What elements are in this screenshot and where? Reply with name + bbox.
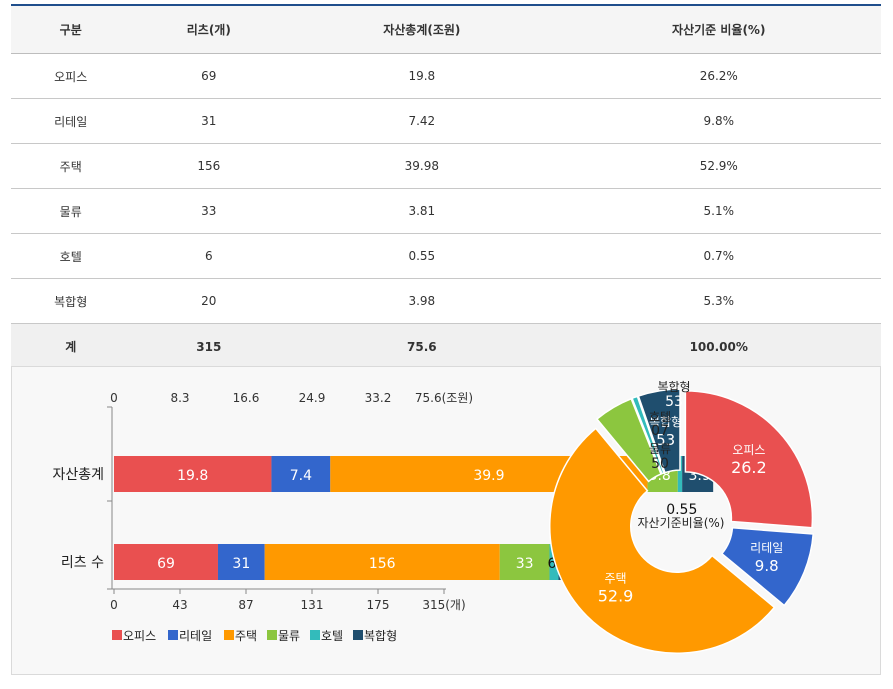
top-axis-tick-label: 24.9 [299, 391, 326, 405]
slice-value-label: 07 [651, 423, 669, 439]
slice-value-label: 50 [651, 456, 669, 472]
bottom-axis-tick-label: 0 [110, 598, 118, 612]
slice-name-label: 물류 [649, 442, 671, 456]
cell-reit-count: 6 [130, 233, 288, 279]
legend-label: 주택 [235, 629, 257, 643]
cell-category: 오피스 [11, 53, 131, 99]
table-row: 호텔 6 0.55 0.7% [11, 233, 881, 279]
cell-total-assets: 39.98 [287, 143, 557, 189]
cell-reit-count: 20 [130, 278, 288, 324]
category-label: 자산총계 [52, 467, 104, 483]
donut-center-label: 자산기준비율(%) [637, 516, 724, 530]
table-total-row: 계 315 75.6 100.00% [11, 323, 881, 370]
legend-swatch [224, 630, 234, 640]
cell-total-assets: 0.55 [287, 233, 557, 279]
slice-name-label: 리테일 [750, 541, 783, 555]
cell-reit-count: 156 [130, 143, 288, 189]
table-row: 오피스 69 19.8 26.2% [11, 53, 881, 99]
bar-value-label: 69 [157, 556, 175, 572]
legend-swatch [353, 630, 363, 640]
legend-label: 리테일 [179, 629, 212, 643]
top-axis-tick-label: 0 [110, 391, 118, 405]
reits-table-container: 구분 리츠(개) 자산총계(조원) 자산기준 비율(%) 오피스 69 19.8… [11, 4, 881, 370]
category-label: 리츠 수 [61, 555, 104, 571]
legend-swatch [267, 630, 277, 640]
header-asset-ratio: 자산기준 비율(%) [556, 5, 881, 54]
cell-asset-ratio: 5.3% [556, 278, 881, 324]
bar-value-label: 19.8 [177, 468, 208, 484]
cell-category: 주택 [11, 143, 131, 189]
bottom-axis-tick-label: 131 [301, 598, 324, 612]
slice-name-label: 호텔 [649, 410, 671, 424]
top-axis-tick-label: 33.2 [365, 391, 392, 405]
top-axis-tick-label: 8.3 [170, 391, 189, 405]
legend-label: 호텔 [321, 629, 343, 643]
bar-value-label: 33 [516, 556, 534, 572]
cell-category: 복합형 [11, 278, 131, 324]
cell-reit-count: 33 [130, 188, 288, 234]
bottom-axis-tick-label: 315(개) [422, 598, 465, 612]
top-axis-tick-label: 75.6(조원) [415, 391, 473, 405]
header-reit-count: 리츠(개) [130, 5, 288, 54]
cell-category: 물류 [11, 188, 131, 234]
total-label: 계 [11, 323, 131, 370]
cell-total-assets: 7.42 [287, 98, 557, 144]
chart-panel: 0 8.3 16.6 24.9 33.2 75.6(조원) 0 43 87 131 175 315(개… [11, 366, 881, 675]
table-row: 물류 33 3.81 5.1% [11, 188, 881, 234]
cell-total-assets: 3.81 [287, 188, 557, 234]
bar-value-label: 7.4 [290, 468, 312, 484]
cell-category: 리테일 [11, 98, 131, 144]
slice-value-label: 53 [665, 394, 683, 410]
cell-asset-ratio: 0.7% [556, 233, 881, 279]
table-row: 복합형 20 3.98 5.3% [11, 278, 881, 324]
cell-reit-count: 69 [130, 53, 288, 99]
reits-table: 구분 리츠(개) 자산총계(조원) 자산기준 비율(%) 오피스 69 19.8… [11, 4, 881, 370]
cell-asset-ratio: 26.2% [556, 53, 881, 99]
slice-value-label: 26.2 [731, 458, 767, 477]
legend-swatch [112, 630, 122, 640]
legend-swatch [310, 630, 320, 640]
table-row: 주택 156 39.98 52.9% [11, 143, 881, 189]
cell-reit-count: 31 [130, 98, 288, 144]
table-row: 리테일 31 7.42 9.8% [11, 98, 881, 144]
total-assets: 75.6 [287, 323, 557, 370]
table-header-row: 구분 리츠(개) 자산총계(조원) 자산기준 비율(%) [11, 5, 881, 54]
cell-total-assets: 3.98 [287, 278, 557, 324]
legend-swatch [168, 630, 178, 640]
cell-total-assets: 19.8 [287, 53, 557, 99]
header-total-assets: 자산총계(조원) [287, 5, 557, 54]
legend-label: 물류 [278, 629, 300, 643]
bottom-axis-tick-label: 175 [367, 598, 390, 612]
slice-name-label: 주택 [604, 571, 626, 585]
top-axis-tick-label: 16.6 [233, 391, 260, 405]
bar-value-label: 31 [232, 556, 250, 572]
bottom-axis-tick-label: 87 [238, 598, 253, 612]
cell-category: 호텔 [11, 233, 131, 279]
bar-value-label: 156 [369, 556, 396, 572]
total-ratio: 100.00% [556, 323, 881, 370]
cell-asset-ratio: 5.1% [556, 188, 881, 234]
slice-name-label: 복합형 [657, 380, 690, 394]
cell-asset-ratio: 9.8% [556, 98, 881, 144]
cell-asset-ratio: 52.9% [556, 143, 881, 189]
slice-value-label: 9.8 [755, 557, 779, 575]
legend-label: 복합형 [364, 629, 397, 643]
slice-value-label: 52.9 [598, 586, 634, 605]
charts-svg: 0 8.3 16.6 24.9 33.2 75.6(조원) 0 43 87 131 175 315(개… [52, 380, 814, 654]
legend-label: 오피스 [123, 629, 156, 643]
header-category: 구분 [11, 5, 131, 54]
slice-name-label: 오피스 [732, 443, 765, 457]
bar-value-label: 39.9 [473, 468, 504, 484]
bottom-axis-tick-label: 43 [172, 598, 187, 612]
total-reit-count: 315 [130, 323, 288, 370]
